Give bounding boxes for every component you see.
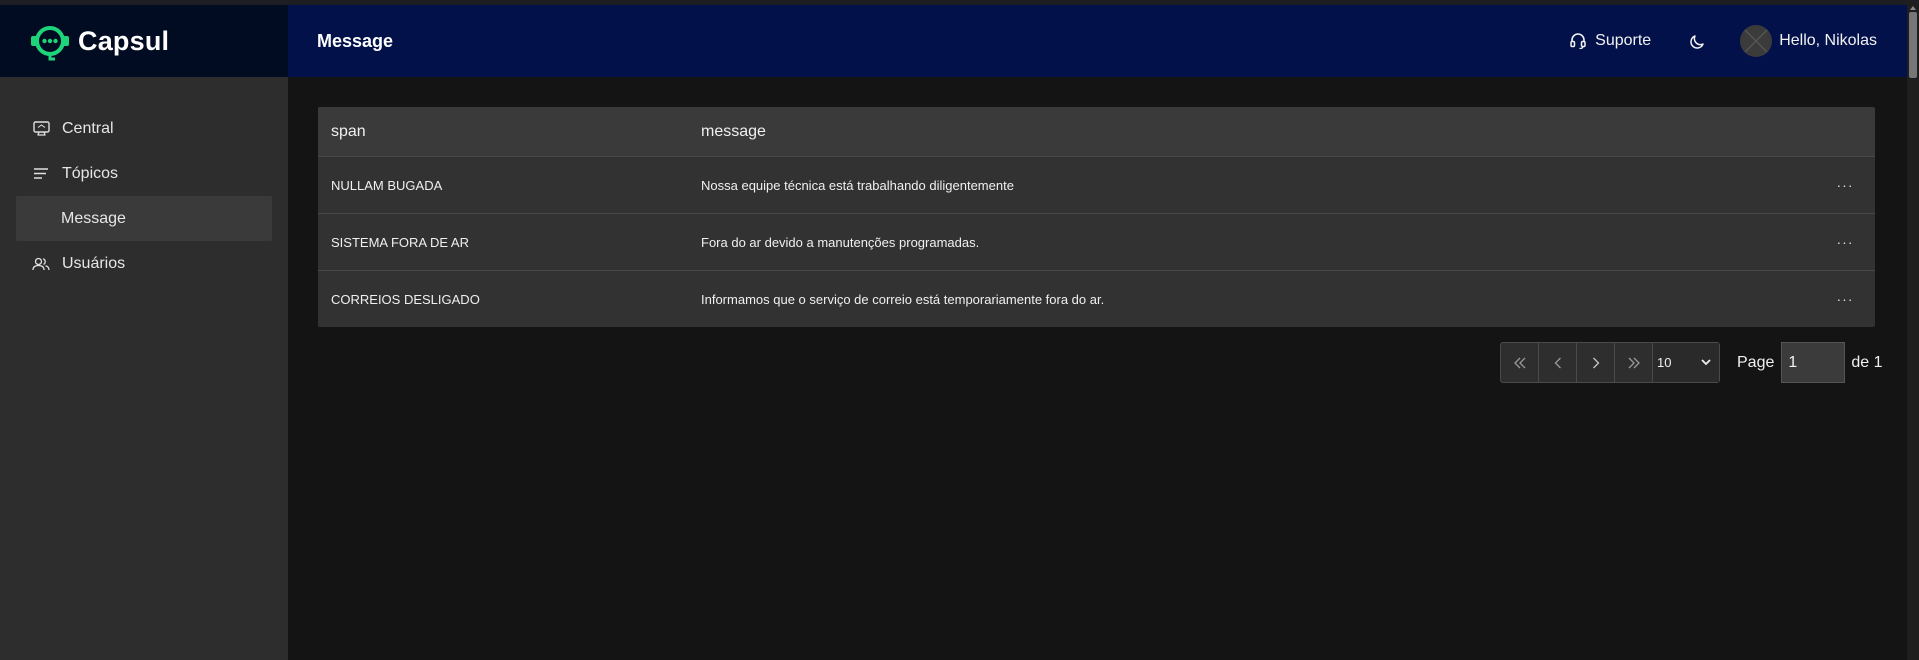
scrollbar-track[interactable] [1907,0,1919,660]
sidebar-item-central[interactable]: Central [16,106,272,151]
table-row[interactable]: SISTEMA FORA DE AR Fora do ar devido a m… [318,213,1875,270]
list-icon [32,165,50,183]
last-page-button[interactable] [1615,343,1653,382]
support-label: Suporte [1595,32,1652,49]
next-page-button[interactable] [1577,343,1615,382]
cell-span: CORREIOS DESLIGADO [331,291,480,307]
support-link[interactable]: Suporte [1569,32,1651,50]
cell-message: Fora do ar devido a manutenções programa… [701,234,980,250]
page-label: Page [1737,353,1775,371]
sidebar-item-message[interactable]: Message [16,196,272,241]
page-size-select[interactable]: 10 [1653,343,1719,382]
headset-icon [1570,33,1586,50]
chevron-down-icon [1701,359,1711,366]
page-title: Message [317,30,394,51]
pagination-controls: 10 [1500,342,1720,383]
scroll-up-arrow-icon[interactable] [1910,6,1916,10]
cell-message: Nossa equipe técnica está trabalhando di… [701,177,1014,193]
column-header-span[interactable]: span [318,123,701,141]
row-actions-button[interactable]: ··· [1815,291,1875,307]
user-greeting: Hello, Nikolas [1779,32,1877,49]
table-header: span message [318,107,1875,156]
chevron-left-icon [1554,357,1561,368]
capsul-logo-icon [31,26,69,61]
double-chevron-left-icon [1513,357,1525,368]
row-actions-button[interactable]: ··· [1815,234,1875,250]
sidebar-item-label: Usuários [62,254,126,272]
moon-icon [1690,34,1704,49]
messages-table: span message NULLAM BUGADA Nossa equipe … [318,107,1875,327]
sidebar-item-label: Central [62,119,114,137]
app-root: Capsul Message Suporte Hello, Nikolas Ce… [0,0,1919,660]
total-pages-label: de 1 [1851,353,1883,371]
first-page-button[interactable] [1501,343,1539,382]
cell-span: NULLAM BUGADA [331,177,443,193]
pagination: 10 Page de 1 [1500,342,1883,383]
top-bar: Message Suporte Hello, Nikolas [288,5,1907,77]
table-row[interactable]: NULLAM BUGADA Nossa equipe técnica está … [318,156,1875,213]
main-content: span message NULLAM BUGADA Nossa equipe … [288,77,1907,660]
user-menu[interactable]: Hello, Nikolas [1740,25,1877,57]
cell-message: Informamos que o serviço de correio está… [701,291,1105,307]
avatar-placeholder-icon [1744,29,1768,53]
avatar [1740,25,1773,57]
page-number-input[interactable] [1781,342,1846,383]
brand-area[interactable]: Capsul [0,5,288,77]
sidebar: Central Tópicos Message Usuários [0,77,288,660]
theme-toggle-button[interactable] [1689,33,1706,50]
sidebar-item-usuarios[interactable]: Usuários [16,241,272,286]
sidebar-item-label: Tópicos [62,164,119,182]
column-header-message[interactable]: message [701,123,1875,141]
previous-page-button[interactable] [1539,343,1577,382]
page-size-value: 10 [1657,355,1672,370]
monitor-icon [32,120,50,138]
chevron-right-icon [1592,357,1599,368]
row-actions-button[interactable]: ··· [1815,177,1875,193]
sidebar-item-topicos[interactable]: Tópicos [16,151,272,196]
users-icon [32,255,50,273]
double-chevron-right-icon [1628,357,1640,368]
sidebar-item-label: Message [61,209,126,227]
app-name: Capsul [78,25,170,56]
scrollbar-thumb[interactable] [1909,12,1917,78]
table-row[interactable]: CORREIOS DESLIGADO Informamos que o serv… [318,270,1875,327]
cell-span: SISTEMA FORA DE AR [331,234,469,250]
topbar-actions: Suporte Hello, Nikolas [1569,25,1877,57]
